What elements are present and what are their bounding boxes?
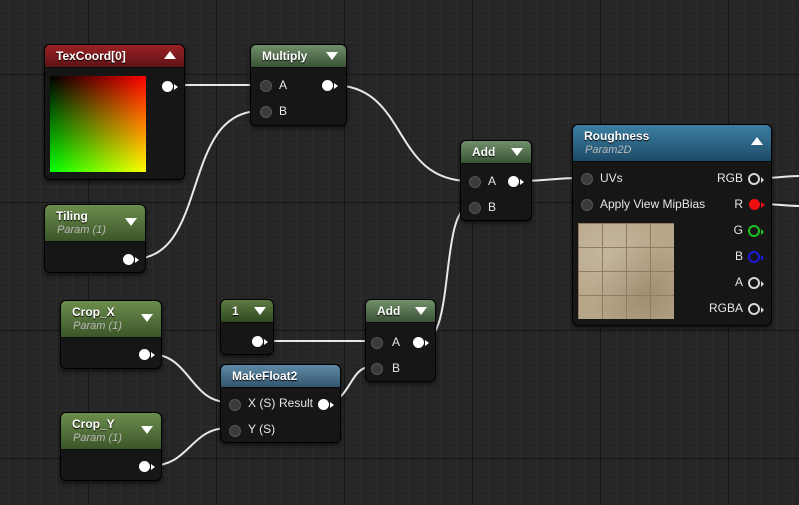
texcoord-output-pin[interactable]: [162, 81, 178, 92]
add-bottom-input-b-pin[interactable]: [371, 363, 383, 375]
node-title: 1: [232, 304, 239, 318]
node-title: Crop_Y: [72, 417, 115, 431]
texcoord-node[interactable]: TexCoord[0]: [44, 44, 185, 180]
roughness-input-mipbias-pin[interactable]: [581, 199, 593, 211]
collapse-arrow-icon[interactable]: [164, 51, 176, 59]
pin-label-b: B: [279, 104, 288, 118]
pin-label-uvs: UVs: [600, 171, 623, 185]
uv-gradient-preview: [50, 76, 146, 172]
roughness-output-b-pin[interactable]: [748, 251, 764, 263]
add-bottom-input-a-pin[interactable]: [371, 337, 383, 349]
dropdown-arrow-icon[interactable]: [326, 52, 338, 60]
pin-label-b: B: [392, 361, 401, 375]
add-top-input-a-pin[interactable]: [469, 176, 481, 188]
collapse-arrow-icon[interactable]: [751, 137, 763, 145]
node-title: Crop_X: [72, 305, 115, 319]
pin-label-a: A: [279, 78, 288, 92]
crop-x-output-pin[interactable]: [139, 349, 155, 360]
roughness-header[interactable]: Roughness Param2D: [573, 125, 771, 162]
multiply-header[interactable]: Multiply: [251, 45, 346, 68]
makefloat2-input-y-pin[interactable]: [229, 425, 241, 437]
roughness-texture-node[interactable]: Roughness Param2D UVs Apply View MipBias…: [572, 124, 772, 326]
makefloat2-input-x-pin[interactable]: [229, 399, 241, 411]
pin-label-x: X (S): [248, 396, 276, 410]
node-title: Roughness: [584, 129, 650, 143]
constant-node[interactable]: 1: [220, 299, 274, 355]
add-node-top[interactable]: Add A B: [460, 140, 532, 221]
dropdown-arrow-icon[interactable]: [254, 307, 266, 315]
pin-label-apply-view-mipbias: Apply View MipBias: [600, 197, 706, 211]
roughness-output-rgb-pin[interactable]: [748, 173, 764, 185]
dropdown-arrow-icon[interactable]: [141, 314, 153, 322]
multiply-output-pin[interactable]: [322, 80, 338, 91]
tiling-header[interactable]: Tiling Param (1): [45, 205, 145, 242]
crop-y-param-node[interactable]: Crop_Y Param (1): [60, 412, 162, 481]
node-title: Multiply: [262, 49, 308, 63]
node-title: TexCoord[0]: [56, 49, 126, 63]
pin-label-r: R: [734, 197, 743, 211]
roughness-output-a-pin[interactable]: [748, 277, 764, 289]
pin-label-result: Result: [279, 396, 314, 410]
constant-header[interactable]: 1: [221, 300, 273, 323]
pin-label-b: B: [488, 200, 497, 214]
add-top-input-b-pin[interactable]: [469, 202, 481, 214]
roughness-output-rgba-pin[interactable]: [748, 303, 764, 315]
roughness-input-uvs-pin[interactable]: [581, 173, 593, 185]
pin-label-g: G: [733, 223, 743, 237]
multiply-node[interactable]: Multiply A B: [250, 44, 347, 126]
add-bottom-output-pin[interactable]: [413, 337, 429, 348]
roughness-output-g-pin[interactable]: [748, 225, 764, 237]
add-top-header[interactable]: Add: [461, 141, 531, 164]
node-subtitle: Param2D: [585, 144, 632, 156]
pin-label-y: Y (S): [248, 422, 276, 436]
constant-output-pin[interactable]: [252, 336, 268, 347]
makefloat2-output-pin[interactable]: [318, 399, 334, 410]
texcoord-header[interactable]: TexCoord[0]: [45, 45, 184, 68]
roughness-output-r-pin[interactable]: [749, 199, 765, 210]
tiling-output-pin[interactable]: [123, 254, 139, 265]
texture-preview-thumbnail: [578, 223, 674, 319]
node-title: Add: [377, 304, 401, 318]
add-bottom-header[interactable]: Add: [366, 300, 435, 323]
node-subtitle: Param (1): [73, 320, 122, 332]
dropdown-arrow-icon[interactable]: [511, 148, 523, 156]
crop-y-output-pin[interactable]: [139, 461, 155, 472]
crop-x-header[interactable]: Crop_X Param (1): [61, 301, 161, 338]
makefloat2-header[interactable]: MakeFloat2: [221, 365, 340, 388]
node-subtitle: Param (1): [73, 432, 122, 444]
crop-x-param-node[interactable]: Crop_X Param (1): [60, 300, 162, 369]
dropdown-arrow-icon[interactable]: [141, 426, 153, 434]
dropdown-arrow-icon[interactable]: [415, 307, 427, 315]
add-node-bottom[interactable]: Add A B: [365, 299, 436, 382]
multiply-input-b-pin[interactable]: [260, 106, 272, 118]
add-top-output-pin[interactable]: [508, 176, 524, 187]
pin-label-a: A: [488, 174, 497, 188]
multiply-input-a-pin[interactable]: [260, 80, 272, 92]
pin-label-a: A: [392, 335, 401, 349]
node-title: Tiling: [56, 209, 88, 223]
node-subtitle: Param (1): [57, 224, 106, 236]
dropdown-arrow-icon[interactable]: [125, 218, 137, 226]
node-title: MakeFloat2: [232, 369, 298, 383]
pin-label-a: A: [734, 275, 743, 289]
tiling-param-node[interactable]: Tiling Param (1): [44, 204, 146, 273]
makefloat2-node[interactable]: MakeFloat2 X (S) Y (S) Result: [220, 364, 341, 443]
pin-label-rgb: RGB: [716, 171, 743, 185]
crop-y-header[interactable]: Crop_Y Param (1): [61, 413, 161, 450]
node-title: Add: [472, 145, 496, 159]
wire-multiply-to-add-a: [331, 84, 471, 182]
pin-label-b: B: [734, 249, 743, 263]
pin-label-rgba: RGBA: [708, 301, 743, 315]
